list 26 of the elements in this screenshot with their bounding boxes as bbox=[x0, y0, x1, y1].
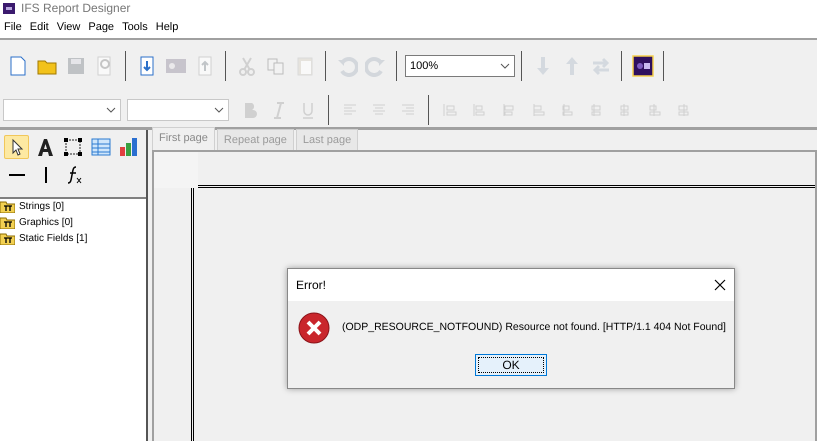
menu-item[interactable]: View bbox=[54, 18, 86, 36]
tree-item[interactable]: Strings [0] bbox=[19, 199, 64, 214]
error-icon bbox=[298, 312, 330, 344]
close-icon[interactable] bbox=[714, 279, 726, 291]
tree-item[interactable]: Static Fields [1] bbox=[19, 231, 88, 246]
tree-item[interactable]: Graphics [0] bbox=[19, 215, 73, 230]
folder-icon bbox=[0, 232, 15, 246]
ok-button[interactable]: OK bbox=[475, 354, 547, 376]
caret-icon bbox=[214, 106, 224, 112]
app-logo-icon bbox=[3, 2, 15, 14]
menu-item[interactable]: File bbox=[2, 18, 28, 36]
font-dropdown[interactable] bbox=[3, 98, 121, 120]
menu-item[interactable]: Tools bbox=[120, 18, 154, 36]
caret-icon bbox=[500, 63, 510, 69]
error-message: (ODP_RESOURCE_NOTFOUND) Resource not found. [HTTP/1.1 404 Not Found] bbox=[342, 320, 726, 336]
zoom-dropdown[interactable]: 100% bbox=[405, 55, 515, 77]
folder-icon bbox=[0, 200, 15, 214]
dialog-title: Error! bbox=[296, 277, 326, 294]
caret-icon bbox=[106, 106, 116, 112]
menu-item[interactable]: Help bbox=[154, 18, 184, 36]
menu-item[interactable]: Page bbox=[86, 18, 120, 36]
window-title: IFS Report Designer bbox=[21, 0, 130, 17]
folder-icon bbox=[0, 216, 15, 230]
pointer-icon[interactable] bbox=[4, 134, 30, 159]
size-dropdown[interactable] bbox=[127, 98, 229, 120]
menu-item[interactable]: Edit bbox=[28, 18, 55, 36]
